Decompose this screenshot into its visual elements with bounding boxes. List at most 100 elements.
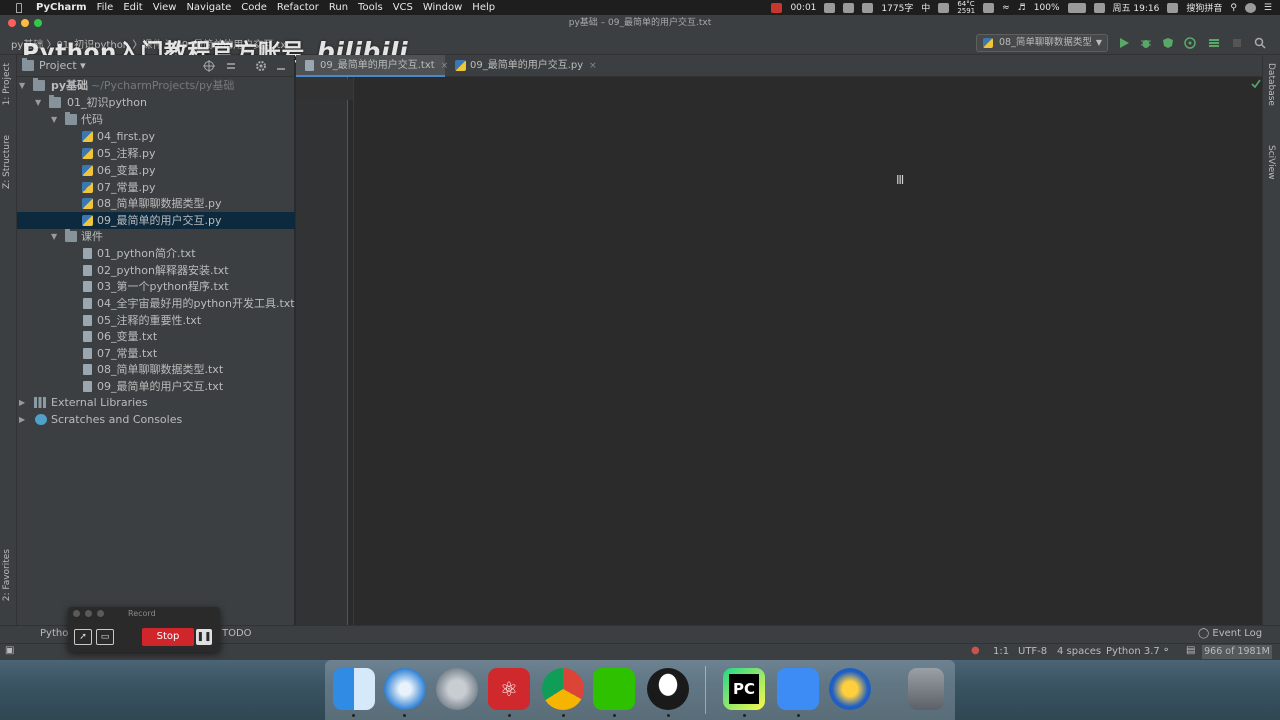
collapsed-arrow-icon[interactable]: ▶: [19, 411, 25, 428]
battery-icon[interactable]: [1067, 2, 1086, 13]
chrome-icon[interactable]: [542, 668, 584, 710]
menu-app-name[interactable]: PyCharm: [36, 2, 87, 13]
pause-recording-icon[interactable]: ❚❚: [196, 629, 212, 645]
expanded-arrow-icon[interactable]: ▼: [51, 228, 57, 245]
python-interpreter[interactable]: Python 3.7: [1106, 646, 1160, 657]
caret-position[interactable]: 1:1: [993, 646, 1009, 657]
siri-icon[interactable]: [1244, 2, 1256, 13]
tree-item-file[interactable]: 08_简单聊聊数据类型.py: [17, 195, 295, 212]
clock[interactable]: 周五 19:16: [1113, 1, 1160, 14]
minimize-window-icon[interactable]: [21, 19, 29, 27]
coverage-icon[interactable]: [1162, 37, 1174, 49]
trash-icon[interactable]: [908, 668, 944, 710]
tree-item-file[interactable]: 06_变量.py: [17, 162, 295, 179]
bluetooth-icon[interactable]: [983, 2, 995, 13]
tree-item-root[interactable]: ▼ py基础 ~/PycharmProjects/py基础: [17, 77, 295, 94]
menu-view[interactable]: View: [153, 2, 177, 13]
tree-item-file[interactable]: 07_常量.py: [17, 179, 295, 196]
run-icon[interactable]: [1118, 37, 1130, 49]
flag-icon[interactable]: [1093, 2, 1105, 13]
ime-indicator[interactable]: 中: [921, 1, 930, 14]
project-view-select[interactable]: Project ▾: [39, 59, 86, 72]
apple-icon[interactable]: : [12, 1, 26, 14]
menu-help[interactable]: Help: [472, 2, 495, 13]
tool-tab-project[interactable]: 1: Project: [2, 63, 12, 105]
gear-icon[interactable]: [255, 60, 267, 72]
profile-icon[interactable]: [1184, 37, 1196, 49]
tool-tab-favorites[interactable]: 2: Favorites: [2, 549, 12, 601]
expanded-arrow-icon[interactable]: ▼: [51, 111, 57, 128]
editor-tab-active[interactable]: 09_最简单的用户交互.txt ×: [296, 55, 448, 77]
netease-music-icon[interactable]: ⚛: [488, 668, 530, 710]
spotlight-icon[interactable]: ⚲: [1230, 3, 1237, 13]
line-number-gutter[interactable]: [296, 77, 348, 625]
lock-icon[interactable]: ⚬: [1162, 645, 1170, 656]
close-tab-icon[interactable]: ×: [589, 61, 597, 71]
menu-run[interactable]: Run: [329, 2, 348, 13]
menu-tools[interactable]: Tools: [358, 2, 383, 13]
text-editor[interactable]: [354, 77, 1244, 625]
tool-tab-todo[interactable]: TODO: [222, 628, 252, 639]
menu-navigate[interactable]: Navigate: [186, 2, 231, 13]
safari-icon[interactable]: [384, 668, 426, 710]
qq-icon[interactable]: [647, 668, 689, 710]
memory-indicator[interactable]: 966 of 1981M: [1202, 645, 1272, 659]
zoom-window-icon[interactable]: [34, 19, 42, 27]
menu-code[interactable]: Code: [241, 2, 267, 13]
recorder-minimize-dot[interactable]: [85, 610, 92, 617]
launchpad-icon[interactable]: [436, 668, 478, 710]
inspection-ok-icon[interactable]: [1251, 79, 1261, 89]
tree-item-file[interactable]: 09_最简单的用户交互.txt: [17, 378, 295, 395]
tree-item-file-selected[interactable]: 09_最简单的用户交互.py: [17, 212, 295, 229]
expanded-arrow-icon[interactable]: ▼: [19, 77, 25, 94]
finder-icon[interactable]: [333, 668, 375, 710]
tree-item-file[interactable]: 05_注释的重要性.txt: [17, 312, 295, 329]
menu-vcs[interactable]: VCS: [393, 2, 413, 13]
collapse-all-icon[interactable]: [225, 60, 237, 72]
menu-window[interactable]: Window: [423, 2, 462, 13]
build-icon[interactable]: [1208, 37, 1220, 49]
volume-icon[interactable]: ♬: [1018, 3, 1026, 13]
tree-item-file[interactable]: 05_注释.py: [17, 145, 295, 162]
tool-tab-database[interactable]: Database: [1266, 63, 1276, 106]
tree-item-file[interactable]: 06_变量.txt: [17, 328, 295, 345]
git-status-icon[interactable]: ●: [971, 645, 980, 656]
collapsed-arrow-icon[interactable]: ▶: [19, 394, 25, 411]
tree-item-file[interactable]: 03_第一个python程序.txt: [17, 278, 295, 295]
editor-tab[interactable]: 09_最简单的用户交互.py ×: [446, 55, 597, 77]
screen-record-icon[interactable]: [771, 2, 783, 13]
hide-panel-icon[interactable]: [275, 60, 287, 72]
expanded-arrow-icon[interactable]: ▼: [35, 94, 41, 111]
wechat-icon[interactable]: [593, 668, 635, 710]
tree-item-file[interactable]: 07_常量.txt: [17, 345, 295, 362]
menu-edit[interactable]: Edit: [123, 2, 142, 13]
menu-refactor[interactable]: Refactor: [277, 2, 319, 13]
skype-status-icon[interactable]: [862, 2, 874, 13]
locate-file-icon[interactable]: [203, 60, 215, 72]
stop-recording-button[interactable]: Stop: [142, 628, 194, 646]
recorder-zoom-dot[interactable]: [97, 610, 104, 617]
run-configuration-select[interactable]: 08_简单聊聊数据类型 ▼: [976, 34, 1108, 52]
inspector-icon[interactable]: ▤: [1186, 645, 1195, 656]
file-encoding[interactable]: UTF-8: [1018, 646, 1047, 657]
app-status-icon[interactable]: [843, 2, 855, 13]
tree-item-file[interactable]: 08_简单聊聊数据类型.txt: [17, 361, 295, 378]
input-method-icon[interactable]: [1167, 2, 1179, 13]
search-everywhere-icon[interactable]: [1254, 37, 1266, 49]
input-method-label[interactable]: 搜狗拼音: [1186, 1, 1222, 14]
tree-item-scratches[interactable]: ▶ Scratches and Consoles: [17, 411, 295, 428]
temp-fan-monitor[interactable]: 64°C 2591: [957, 0, 975, 15]
chrome-status-icon[interactable]: [938, 2, 950, 13]
tool-tab-event-log[interactable]: ◯ Event Log: [1198, 628, 1262, 639]
tree-item-file[interactable]: 04_first.py: [17, 128, 295, 145]
tree-item-code-folder[interactable]: ▼ 代码: [17, 111, 295, 128]
tool-windows-icon[interactable]: ▣: [5, 645, 14, 656]
wifi-icon[interactable]: ≈: [1002, 3, 1010, 13]
tree-item-file[interactable]: 02_python解释器安装.txt: [17, 262, 295, 279]
tree-item-external-libraries[interactable]: ▶ External Libraries: [17, 394, 295, 411]
tree-item-folder-01[interactable]: ▼ 01_初识python: [17, 94, 295, 111]
annotate-pen-icon[interactable]: ➚: [74, 629, 92, 645]
menu-file[interactable]: File: [97, 2, 114, 13]
notification-center-icon[interactable]: ☰: [1264, 3, 1272, 13]
recorder-close-dot[interactable]: [73, 610, 80, 617]
